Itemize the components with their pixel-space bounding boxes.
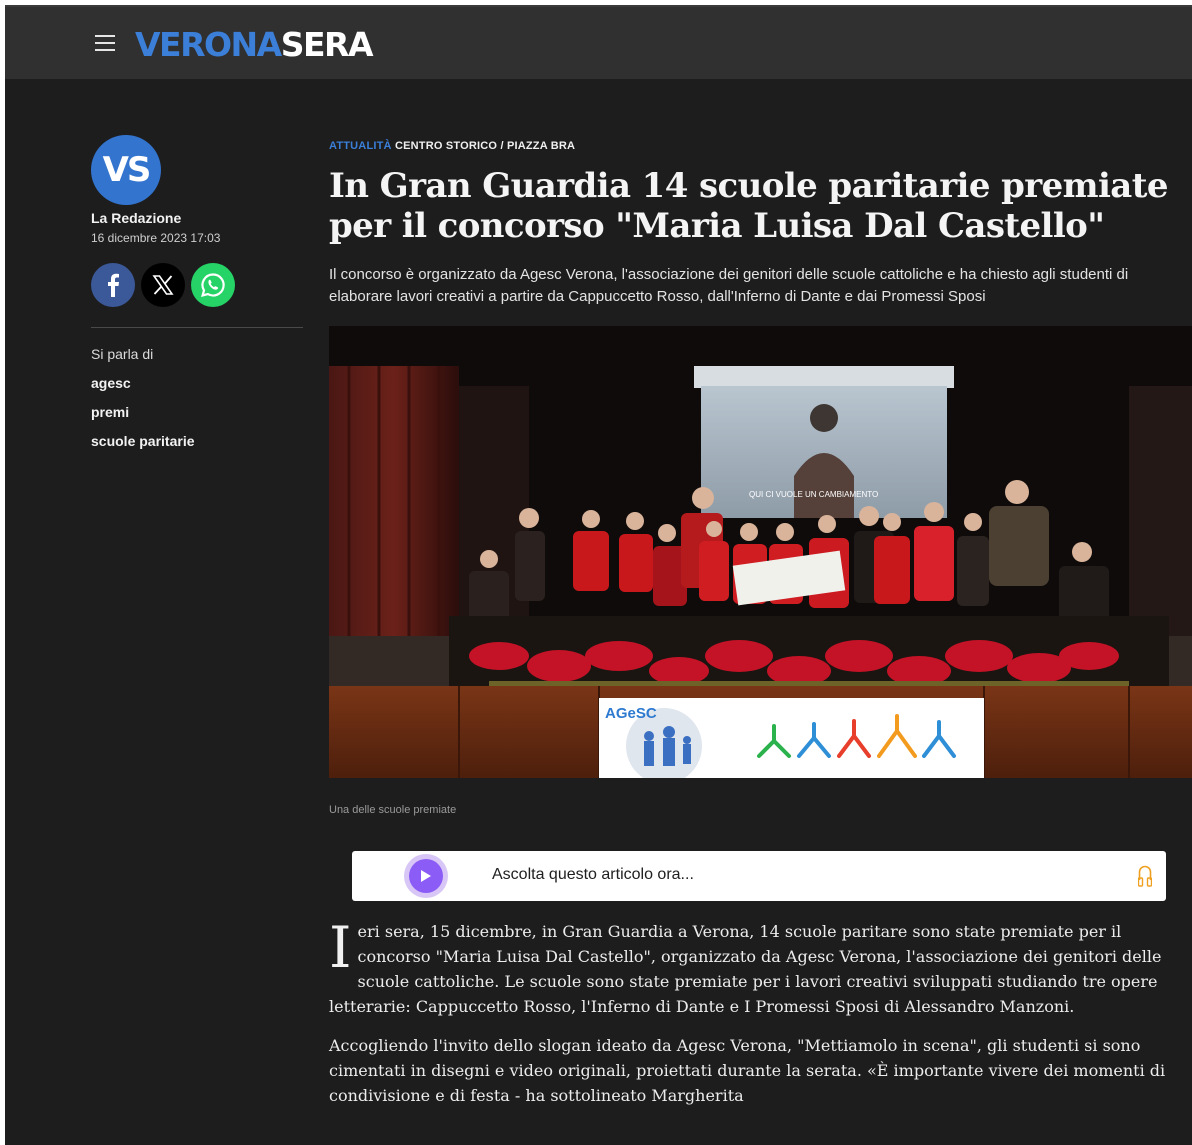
facebook-icon [108,273,119,297]
screen-caption: QUI CI VUOLE UN CAMBIAMENTO [749,490,878,499]
logo-part-verona: VERONA [135,25,282,64]
hamburger-menu-icon[interactable] [95,35,115,51]
publish-date: 16 dicembre 2023 17:03 [91,231,221,245]
tag-link-premi[interactable]: premi [91,404,303,420]
tags-heading: Si parla di [91,346,154,362]
whatsapp-share-button[interactable] [191,263,235,307]
drop-cap: I [329,915,352,981]
article-kicker: ATTUALITÀ CENTRO STORICO / PIAZZA BRA [329,140,1192,152]
audio-player-label: Ascolta questo articolo ora... [492,866,694,883]
article-sidebar: VS La Redazione 16 dicembre 2023 17:03 S… [91,135,303,449]
headphones-icon [1138,865,1152,887]
article-subtitle: Il concorso è organizzato da Agesc Veron… [329,266,1129,305]
facebook-share-button[interactable] [91,263,135,307]
location-link[interactable]: CENTRO STORICO / PIAZZA BRA [395,140,575,152]
whatsapp-icon [201,273,225,298]
stage-photo-illustration: QUI CI VUOLE UN CAMBIAMENTO AGeSC [329,326,1192,778]
author-name[interactable]: La Redazione [91,210,303,226]
share-buttons [91,263,303,307]
play-icon [421,870,431,882]
tag-link-agesc[interactable]: agesc [91,375,303,391]
article-header: ATTUALITÀ CENTRO STORICO / PIAZZA BRA In… [329,140,1192,308]
top-navbar: VERONASERA [5,5,1192,79]
sidebar-divider [91,327,303,328]
site-logo[interactable]: VERONASERA [135,25,374,65]
article-title: In Gran Guardia 14 scuole paritarie prem… [329,166,1168,246]
tag-link-scuole-paritarie[interactable]: scuole paritarie [91,433,303,449]
category-link[interactable]: ATTUALITÀ [329,140,392,152]
audio-player[interactable]: Ascolta questo articolo ora... [352,851,1166,901]
article-photo[interactable]: QUI CI VUOLE UN CAMBIAMENTO AGeSC [329,326,1192,778]
article-body: Ieri sera, 15 dicembre, in Gran Guardia … [329,919,1169,1122]
author-avatar[interactable]: VS [91,135,161,205]
banner-logo-text: AGeSC [605,705,657,722]
page-frame: VERONASERA VS La Redazione 16 dicembre 2… [5,5,1192,1145]
article-paragraph-1: Ieri sera, 15 dicembre, in Gran Guardia … [329,919,1169,1019]
x-icon [152,275,174,295]
x-share-button[interactable] [141,263,185,307]
photo-caption: Una delle scuole premiate [329,804,457,816]
paragraph-1-text: eri sera, 15 dicembre, in Gran Guardia a… [329,922,1162,1016]
logo-part-sera: SERA [280,25,374,64]
article-paragraph-2: Accogliendo l'invito dello slogan ideato… [329,1036,1166,1105]
play-button[interactable] [404,854,448,898]
